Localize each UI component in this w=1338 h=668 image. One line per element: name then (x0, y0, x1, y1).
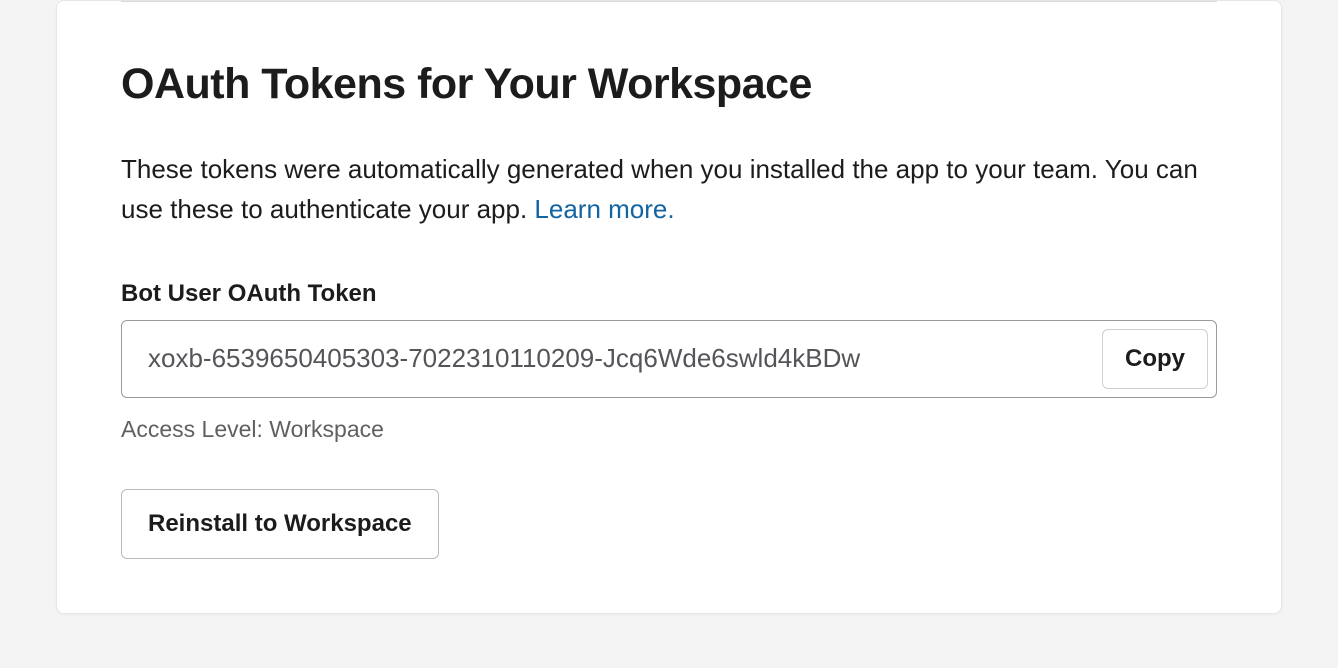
section-description: These tokens were automatically generate… (121, 149, 1217, 230)
learn-more-link[interactable]: Learn more. (534, 194, 674, 224)
copy-button[interactable]: Copy (1102, 329, 1208, 389)
section-title: OAuth Tokens for Your Workspace (121, 60, 1217, 109)
bot-token-input[interactable] (130, 329, 1102, 389)
oauth-tokens-card: OAuth Tokens for Your Workspace These to… (56, 0, 1282, 614)
section-divider (121, 1, 1217, 2)
access-level-text: Access Level: Workspace (121, 416, 1217, 443)
reinstall-button[interactable]: Reinstall to Workspace (121, 489, 439, 559)
token-field-label: Bot User OAuth Token (121, 280, 1217, 308)
token-input-row: Copy (121, 320, 1217, 398)
